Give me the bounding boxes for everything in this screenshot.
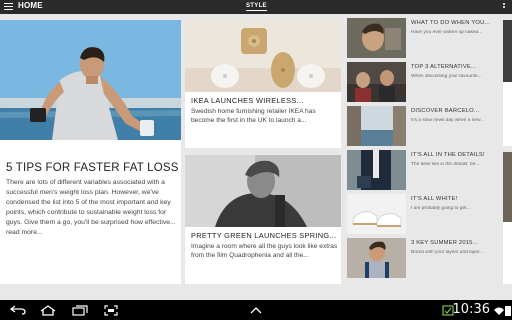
home-icon[interactable] <box>40 305 56 316</box>
article-subtitle: When discussing your favourite... <box>411 74 482 79</box>
next-page-card-peek[interactable] <box>503 152 512 284</box>
article-title: TOP 3 ALTERNATIVE... <box>411 64 477 70</box>
menu-icon[interactable] <box>4 3 13 11</box>
article-thumbnail <box>347 62 406 102</box>
back-icon[interactable] <box>10 305 26 315</box>
article-subtitle: Bored with your layers and layer... <box>411 250 484 255</box>
system-bar: 10:36 <box>0 300 512 320</box>
article-title: IKEA LAUNCHES WIRELESS... <box>191 96 304 105</box>
article-card-pretty-green[interactable]: PRETTY GREEN LAUNCHES SPRING... Imagine … <box>185 155 341 284</box>
brand-logo: STYLE <box>246 3 267 11</box>
featured-article-excerpt: There are lots of different variables as… <box>6 179 176 236</box>
list-item[interactable]: TOP 3 ALTERNATIVE... When discussing you… <box>347 62 497 102</box>
list-item[interactable]: DISCOVER BARCELO... It's a slow news day… <box>347 106 497 146</box>
featured-article-card[interactable]: 5 TIPS FOR FASTER FAT LOSS There are lot… <box>0 20 181 284</box>
article-image-ikea <box>185 20 341 92</box>
article-thumbnail <box>347 106 406 146</box>
article-title: DISCOVER BARCELO... <box>411 108 480 114</box>
article-thumbnail <box>347 150 406 190</box>
article-image-pretty-green <box>185 155 341 227</box>
article-excerpt: Imagine a room where all the guys look l… <box>191 243 338 260</box>
article-card-ikea[interactable]: IKEA LAUNCHES WIRELESS... Swedish home f… <box>185 20 341 148</box>
wifi-icon <box>494 307 504 315</box>
clock: 10:36 <box>452 302 490 317</box>
article-title: PRETTY GREEN LAUNCHES SPRING... <box>191 231 337 240</box>
overflow-menu-icon[interactable] <box>500 3 508 11</box>
screenshot-icon[interactable] <box>104 305 118 316</box>
article-thumbnail <box>347 194 406 234</box>
next-page-card-peek[interactable] <box>503 20 512 146</box>
list-item[interactable]: IT'S ALL WHITE! I am probably going to g… <box>347 194 497 234</box>
article-thumbnail <box>347 18 406 58</box>
article-excerpt: Swedish home furnishing retailer IKEA ha… <box>191 108 316 125</box>
chevron-up-icon[interactable] <box>250 307 262 314</box>
article-title: IT'S ALL IN THE DETAILS! <box>411 152 485 158</box>
article-subtitle: Have you ever woken up naked... <box>411 30 483 35</box>
action-bar: HOME STYLE <box>0 0 512 14</box>
article-subtitle: It's a slow news day when a new... <box>411 118 485 123</box>
list-item[interactable]: WHAT TO DO WHEN YOU... Have you ever wok… <box>347 18 497 58</box>
list-item[interactable]: 3 KEY SUMMER 2015... Bored with your lay… <box>347 238 497 278</box>
article-title: IT'S ALL WHITE! <box>411 196 458 202</box>
article-title: WHAT TO DO WHEN YOU... <box>411 20 490 26</box>
featured-article-title: 5 TIPS FOR FASTER FAT LOSS <box>6 162 179 174</box>
article-thumbnail <box>347 238 406 278</box>
article-title: 3 KEY SUMMER 2015... <box>411 240 479 246</box>
featured-article-image <box>0 20 181 140</box>
article-subtitle: The devil lies in the details: be... <box>411 162 480 167</box>
recent-apps-icon[interactable] <box>72 305 88 316</box>
list-item[interactable]: IT'S ALL IN THE DETAILS! The devil lies … <box>347 150 497 190</box>
battery-icon <box>505 306 511 316</box>
home-nav-label[interactable]: HOME <box>18 1 43 10</box>
article-subtitle: I am probably going to get... <box>411 206 471 211</box>
